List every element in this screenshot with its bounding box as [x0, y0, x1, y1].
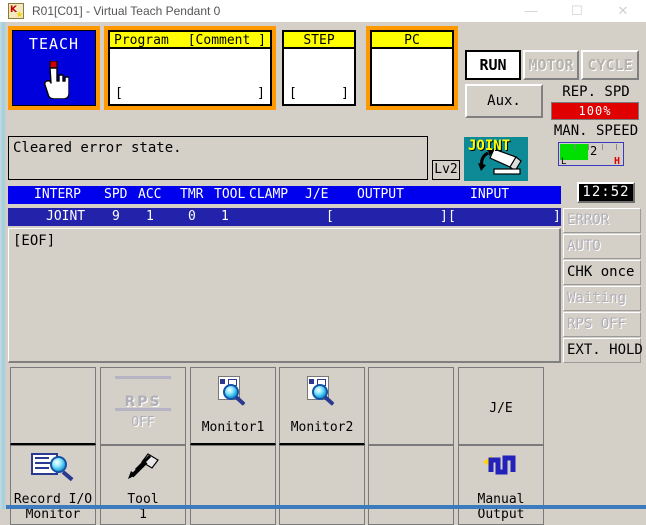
status-waiting[interactable]: Waiting — [563, 286, 641, 311]
fkey-bottom-4[interactable] — [279, 445, 365, 525]
step-field-value: [ ] — [286, 86, 352, 102]
fkey-rps-off-label: OFF — [131, 415, 155, 430]
fkey-monitor1-label: Monitor1 — [201, 420, 265, 435]
col-tmr: TMR — [180, 187, 204, 202]
rep-speed-label: REP. SPD — [562, 84, 630, 100]
fkey-manual-output[interactable]: Manual Output — [458, 445, 544, 525]
fkey-rps-off[interactable]: RPS OFF — [100, 367, 186, 445]
program-field-value: [ ] — [112, 86, 268, 102]
table-row[interactable]: JOINT 9 1 0 1 [ ] [ ] — [8, 208, 561, 226]
cell-input-open: [ — [448, 209, 456, 224]
app-root: K R01[C01] - Virtual Teach Pendant 0 — ☐… — [0, 0, 646, 525]
level-badge[interactable]: Lv2 — [432, 160, 460, 180]
joint-label: JOINT — [468, 138, 511, 154]
col-clamp: CLAMP — [249, 187, 289, 202]
program-header-right: [Comment ] — [187, 33, 266, 48]
fkey-je-label: J/E — [489, 401, 513, 416]
status-auto[interactable]: AUTO — [563, 234, 641, 259]
cell-tool: 1 — [221, 209, 229, 224]
status-ext-hold[interactable]: EXT. HOLD — [563, 338, 643, 363]
pc-field[interactable]: PC — [370, 30, 454, 106]
man-speed-value: 2 — [590, 144, 598, 158]
cell-tmr: 0 — [188, 209, 196, 224]
teach-label: TEACH — [28, 35, 80, 53]
close-button[interactable]: ✕ — [600, 0, 646, 22]
program-field-header: Program [Comment ] — [110, 32, 270, 49]
step-bracket-open: [ — [289, 86, 297, 101]
step-bracket-close: ] — [341, 86, 349, 101]
run-lamp-button[interactable]: RUN — [465, 50, 521, 80]
joint-mode-button[interactable]: JOINT — [464, 137, 528, 181]
fkey-monitor2-label: Monitor2 — [290, 420, 354, 435]
cell-acc: 1 — [146, 209, 154, 224]
program-field-highlight: Program [Comment ] [ ] — [104, 26, 276, 110]
program-field[interactable]: Program [Comment ] [ ] — [108, 30, 272, 106]
fkey-je[interactable]: J/E — [458, 367, 544, 445]
col-je: J/E — [305, 187, 329, 202]
program-table-header: INTERP SPD ACC TMR TOOL CLAMP J/E OUTPUT… — [8, 186, 561, 204]
hand-pointer-icon — [44, 61, 69, 99]
fkey-bottom-5[interactable] — [368, 445, 454, 525]
cell-output-open: [ — [326, 209, 334, 224]
col-input: INPUT — [470, 187, 510, 202]
col-spd: SPD — [104, 187, 128, 202]
fkey-top-5[interactable] — [368, 367, 454, 445]
col-output: OUTPUT — [357, 187, 404, 202]
status-rps-off[interactable]: RPS OFF — [563, 312, 641, 337]
minimize-button[interactable]: — — [508, 0, 554, 22]
clock-display: 12:52 — [577, 182, 635, 203]
cell-interp: JOINT — [46, 209, 86, 224]
pc-field-value — [374, 86, 450, 102]
col-tool: TOOL — [214, 187, 246, 202]
eof-marker: [EOF] — [13, 233, 56, 249]
pendant-body: TEACH Program [Comment ] [ ] STEP [] PC… — [0, 22, 646, 525]
aux-button[interactable]: Aux. — [465, 84, 543, 118]
program-header-left: Program — [114, 33, 169, 48]
fkey-monitor2[interactable]: Monitor2 — [279, 367, 365, 445]
fkey-monitor1[interactable]: Monitor1 — [190, 367, 276, 445]
cell-output-close: ] — [440, 209, 448, 224]
tool-icon — [126, 452, 160, 480]
program-body-area[interactable]: [EOF] — [8, 228, 561, 363]
status-error[interactable]: ERROR — [563, 208, 641, 233]
status-chk-once[interactable]: CHK once — [563, 260, 641, 285]
man-speed-high-mark: H — [613, 156, 620, 167]
man-speed-low-mark: L — [561, 157, 567, 167]
man-speed-label: MAN. SPEED — [553, 123, 639, 139]
left-rail — [0, 22, 6, 509]
teach-mode-button[interactable]: TEACH — [8, 26, 100, 110]
bottom-strip — [6, 505, 646, 509]
program-bracket-open: [ — [115, 86, 123, 101]
monitor-icon — [305, 376, 339, 406]
manual-output-icon — [483, 452, 519, 478]
maximize-button[interactable]: ☐ — [554, 0, 600, 22]
cycle-lamp-button[interactable]: CYCLE — [581, 50, 639, 80]
step-field-header: STEP — [284, 32, 354, 49]
col-acc: ACC — [138, 187, 162, 202]
man-speed-gauge[interactable]: 2 L H — [558, 142, 624, 167]
window-titlebar: K R01[C01] - Virtual Teach Pendant 0 — ☐… — [0, 0, 646, 23]
rep-speed-bar[interactable]: 100% — [551, 102, 639, 120]
rps-icon: RPS — [115, 376, 171, 411]
cell-input-close: ] — [553, 209, 561, 224]
cell-spd: 9 — [112, 209, 120, 224]
pc-field-highlight: PC — [366, 26, 458, 110]
fkey-bottom-3[interactable] — [190, 445, 276, 525]
fkey-record-io-monitor[interactable]: Record I/O Monitor — [10, 445, 96, 525]
monitor-icon — [216, 376, 250, 406]
message-bar: Cleared error state. — [8, 136, 428, 180]
program-bracket-close: ] — [257, 86, 265, 101]
pc-field-header: PC — [372, 32, 452, 49]
motor-lamp-button[interactable]: MOTOR — [523, 50, 579, 80]
col-interp: INTERP — [34, 187, 81, 202]
app-icon: K — [8, 3, 24, 19]
fkey-top-1[interactable] — [10, 367, 96, 445]
record-io-monitor-icon — [31, 452, 75, 482]
step-field[interactable]: STEP [ ] — [282, 30, 356, 106]
window-title: R01[C01] - Virtual Teach Pendant 0 — [32, 4, 221, 18]
fkey-tool-1[interactable]: Tool 1 — [100, 445, 186, 525]
